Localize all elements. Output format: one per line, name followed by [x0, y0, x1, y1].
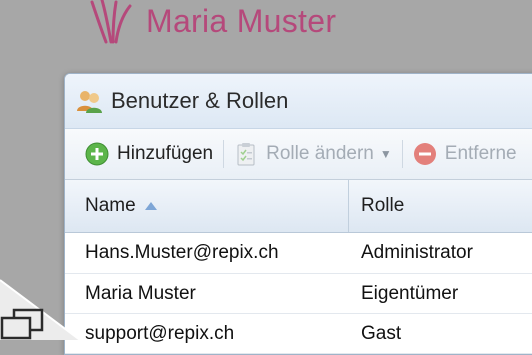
brand-logo-icon: [90, 0, 132, 44]
toolbar-separator: [401, 140, 403, 168]
cell-name: Hans.Muster@repix.ch: [85, 242, 279, 263]
brand: Maria Muster: [86, 0, 336, 46]
cell-role: Administrator: [361, 242, 473, 263]
chevron-down-icon: ▼: [379, 147, 392, 161]
users-roles-window: Benutzer & Rollen Hinzufügen Rolle änder…: [64, 73, 532, 355]
add-button-label: Hinzufügen: [117, 143, 214, 164]
cell-name: Maria Muster: [85, 282, 196, 304]
cell-name: support@repix.ch: [85, 322, 235, 344]
brand-name: Maria Muster: [146, 2, 337, 39]
cell-role: Eigentümer: [361, 282, 459, 304]
remove-button-label: Entferne: [444, 143, 517, 164]
column-header-name[interactable]: Name: [65, 180, 349, 232]
column-header-role-label: Rolle: [361, 195, 405, 216]
cell-role: Gast: [361, 322, 402, 344]
table-header: Name Rolle: [65, 180, 532, 233]
table-row[interactable]: Hans.Muster@repix.ch Administrator: [65, 233, 532, 274]
clipboard-icon: [237, 143, 255, 166]
users-icon: [77, 91, 102, 113]
sort-ascending-icon: [144, 202, 157, 210]
table-row[interactable]: support@repix.ch Gast: [65, 314, 532, 354]
toolbar: Hinzufügen Rolle ändern ▼ Entferne: [65, 129, 532, 180]
add-icon: [85, 142, 109, 166]
remove-icon: [413, 143, 436, 165]
table-row[interactable]: Maria Muster Eigentümer: [65, 274, 532, 314]
window-title: Benutzer & Rollen: [111, 88, 289, 113]
toolbar-separator: [223, 140, 225, 168]
change-role-label: Rolle ändern: [266, 143, 374, 164]
remove-button[interactable]: Entferne: [413, 142, 517, 166]
add-button[interactable]: Hinzufügen: [85, 142, 213, 166]
column-header-name-label: Name: [85, 195, 136, 216]
column-header-role[interactable]: Rolle: [349, 180, 532, 232]
window-titlebar: Benutzer & Rollen: [65, 74, 532, 129]
change-role-button[interactable]: Rolle ändern ▼: [234, 142, 392, 166]
screen-icon[interactable]: [0, 306, 46, 340]
